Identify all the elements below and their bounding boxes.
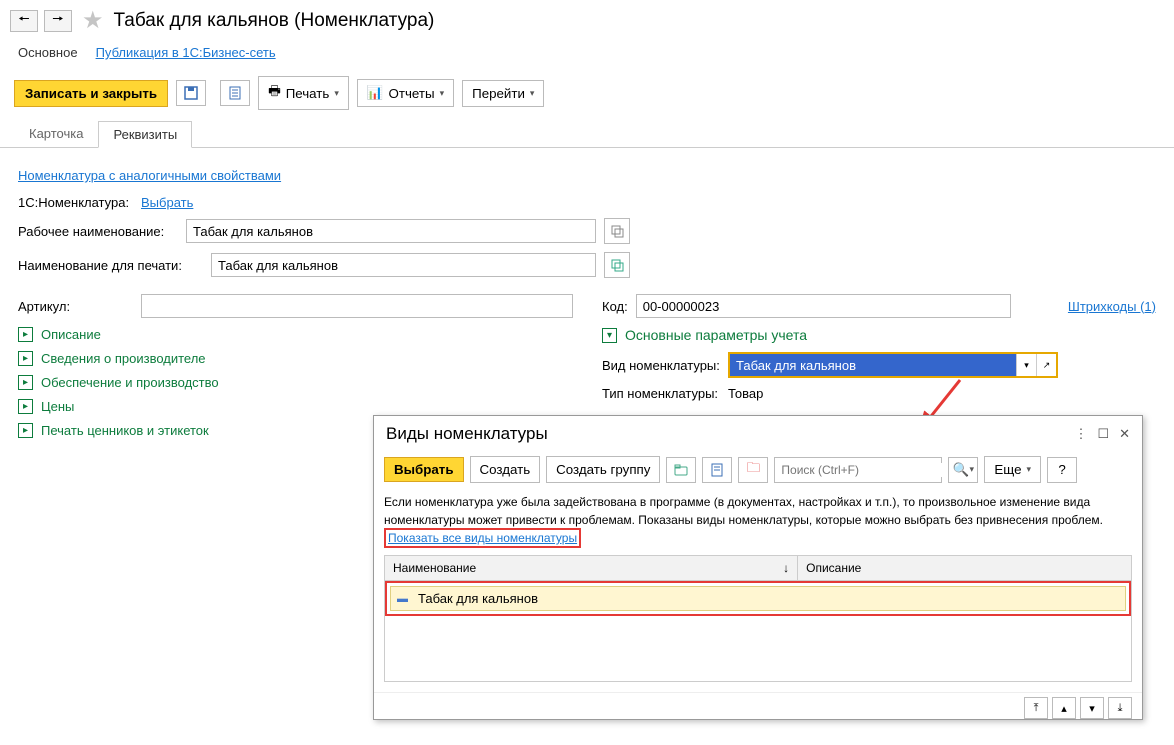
printer-icon: 🖶 <box>268 82 281 104</box>
article-input[interactable] <box>141 294 573 318</box>
label-type: Тип номенклатуры: <box>602 386 722 401</box>
types-table: Наименование↓ Описание ▬ Табак для калья… <box>384 555 1132 682</box>
expand-right-icon: ▸ <box>18 375 33 390</box>
page-title: Табак для кальянов (Номенклатура) <box>114 10 435 32</box>
header: 🠔 🠖 ★ Табак для кальянов (Номенклатура) <box>0 0 1174 41</box>
copy-button-2[interactable] <box>604 252 630 278</box>
modal-search[interactable]: × <box>774 457 942 483</box>
copy-button[interactable] <box>604 218 630 244</box>
select-link[interactable]: Выбрать <box>141 195 193 210</box>
label-1c-nom: 1С:Номенклатура: <box>18 195 133 210</box>
modal-title: Виды номенклатуры <box>386 424 548 444</box>
scroll-down-button[interactable]: ▾ <box>1080 697 1104 719</box>
reports-button[interactable]: 📊Отчеты▾ <box>357 79 454 107</box>
chevron-down-icon: ▾ <box>334 88 339 99</box>
expand-right-icon: ▸ <box>18 423 33 438</box>
modal-more-button[interactable]: Еще▾ <box>984 456 1041 483</box>
modal-list-button[interactable] <box>702 457 732 483</box>
scroll-bottom-button[interactable]: ⤓ <box>1108 697 1132 719</box>
print-name-input[interactable] <box>211 253 596 277</box>
chart-icon: 📊 <box>367 85 384 101</box>
tabs: Карточка Реквизиты <box>0 120 1174 148</box>
modal-select-button[interactable]: Выбрать <box>384 457 464 482</box>
expand-right-icon: ▸ <box>18 351 33 366</box>
work-name-input[interactable] <box>186 219 596 243</box>
nom-types-modal: Виды номенклатуры ⋮ ☐ ✕ Выбрать Создать … <box>373 415 1143 720</box>
label-code: Код: <box>602 299 628 314</box>
tab-props[interactable]: Реквизиты <box>98 121 192 148</box>
modal-create-button[interactable]: Создать <box>470 456 541 483</box>
col-name[interactable]: Наименование↓ <box>385 556 798 580</box>
save-button[interactable] <box>176 80 206 106</box>
modal-search-input[interactable] <box>775 463 942 477</box>
expander-main-params[interactable]: ▾Основные параметры учета <box>602 327 1156 343</box>
nom-type-combo[interactable]: Табак для кальянов ▾ ↗ <box>728 352 1058 378</box>
save-close-button[interactable]: Записать и закрыть <box>14 80 168 107</box>
expander-supply[interactable]: ▸Обеспечение и производство <box>18 375 588 390</box>
print-button[interactable]: 🖶Печать▾ <box>258 76 349 110</box>
nav-forward-button[interactable]: 🠖 <box>44 10 72 32</box>
combo-dropdown-button[interactable]: ▾ <box>1016 354 1036 376</box>
code-input[interactable] <box>636 294 1011 318</box>
maximize-icon[interactable]: ☐ <box>1097 426 1109 442</box>
barcodes-link[interactable]: Штрихкоды (1) <box>1068 299 1156 314</box>
chevron-down-icon: ▾ <box>440 88 445 99</box>
close-icon[interactable]: ✕ <box>1119 426 1130 442</box>
expand-down-icon: ▾ <box>602 328 617 343</box>
label-nom-type: Вид номенклатуры: <box>602 358 722 373</box>
chevron-down-icon: ▾ <box>530 88 535 99</box>
tab-card[interactable]: Карточка <box>14 120 98 147</box>
item-icon: ▬ <box>397 593 408 605</box>
nom-type-value: Табак для кальянов <box>730 354 1016 376</box>
modal-help-button[interactable]: ? <box>1047 457 1077 483</box>
sort-down-icon: ↓ <box>783 561 789 575</box>
modal-create-group-button[interactable]: Создать группу <box>546 456 660 483</box>
main-toolbar: Записать и закрыть 🖶Печать▾ 📊Отчеты▾ Пер… <box>0 70 1174 116</box>
more-icon[interactable]: ⋮ <box>1074 426 1087 442</box>
scroll-top-button[interactable]: ⤒ <box>1024 697 1048 719</box>
modal-folder-button[interactable] <box>666 457 696 483</box>
expander-prices[interactable]: ▸Цены <box>18 399 588 414</box>
label-print-name: Наименование для печати: <box>18 258 203 273</box>
combo-open-button[interactable]: ↗ <box>1036 354 1056 376</box>
label-work-name: Рабочее наименование: <box>18 224 178 239</box>
nav-main[interactable]: Основное <box>18 45 78 60</box>
table-row[interactable]: ▬ Табак для кальянов <box>390 586 1126 611</box>
col-desc[interactable]: Описание <box>798 556 1131 580</box>
expander-description[interactable]: ▸Описание <box>18 327 588 342</box>
scroll-up-button[interactable]: ▴ <box>1052 697 1076 719</box>
document-button[interactable] <box>220 80 250 106</box>
expand-right-icon: ▸ <box>18 327 33 342</box>
type-value: Товар <box>728 386 763 401</box>
similar-nom-link[interactable]: Номенклатура с аналогичными свойствами <box>18 168 281 183</box>
expander-manufacturer[interactable]: ▸Сведения о производителе <box>18 351 588 366</box>
nav-back-button[interactable]: 🠔 <box>10 10 38 32</box>
nav-row: Основное Публикация в 1С:Бизнес-сеть <box>0 41 1174 70</box>
show-all-types-link[interactable]: Показать все виды номенклатуры <box>388 531 577 545</box>
modal-info-text: Если номенклатура уже была задействована… <box>384 493 1132 547</box>
favorite-star-icon[interactable]: ★ <box>82 6 104 35</box>
expand-right-icon: ▸ <box>18 399 33 414</box>
modal-search-button[interactable]: 🔍▾ <box>948 457 978 483</box>
goto-button[interactable]: Перейти▾ <box>462 80 544 107</box>
nav-publish[interactable]: Публикация в 1С:Бизнес-сеть <box>96 45 276 60</box>
label-article: Артикул: <box>18 299 133 314</box>
modal-delete-button[interactable]: 🗀 <box>738 457 768 483</box>
